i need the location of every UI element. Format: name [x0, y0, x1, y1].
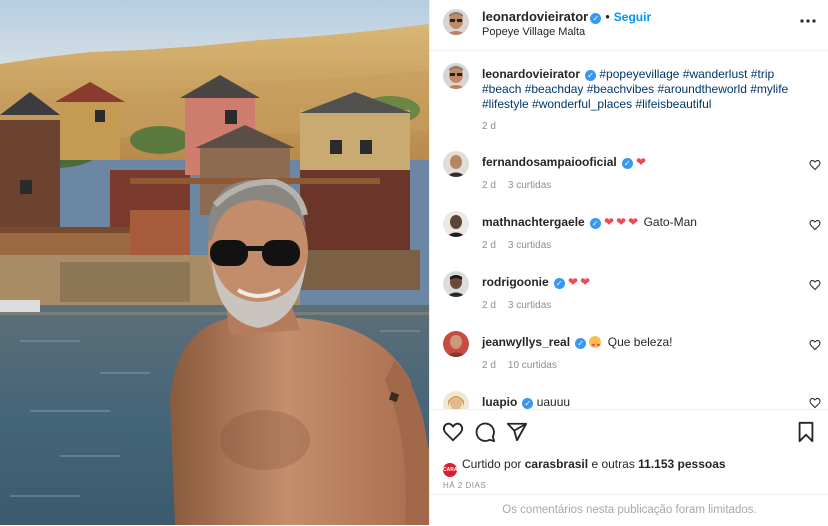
- comment-like-icon[interactable]: [809, 219, 821, 231]
- commenter-avatar[interactable]: [443, 271, 469, 297]
- instagram-post: leonardovieirator ✓ • Seguir Popeye Village…: [0, 0, 828, 525]
- likes-summary: CARASCurtido por carasbrasil e outras 11…: [443, 457, 726, 477]
- likes-count[interactable]: 11.153: [638, 457, 674, 471]
- verified-icon: ✓: [585, 70, 597, 81]
- comment-meta: 2 d3 curtidas: [482, 180, 552, 191]
- heart-eyes-emoji: ❤ ❤: [589, 336, 602, 349]
- commenter-avatar[interactable]: [443, 331, 469, 357]
- liker-username[interactable]: carasbrasil: [525, 457, 588, 471]
- heart-icon[interactable]: [442, 421, 464, 443]
- more-options-icon[interactable]: [799, 12, 817, 30]
- comment-icon[interactable]: [474, 421, 496, 443]
- post-side-panel: leonardovieirator ✓ • Seguir Popeye Village…: [429, 0, 828, 525]
- comment-like-icon[interactable]: [809, 339, 821, 351]
- post-actions: CARASCurtido por carasbrasil e outras 11…: [430, 409, 828, 525]
- comment-username[interactable]: rodrigoonie: [482, 275, 549, 289]
- liker-avatar[interactable]: CARAS: [443, 463, 461, 477]
- author-avatar[interactable]: [443, 63, 469, 89]
- comment-text: Gato-Man: [643, 215, 697, 229]
- verified-icon: ✓: [522, 398, 534, 409]
- comment-meta: 2 d3 curtidas: [482, 240, 552, 251]
- comments-limited-notice: Os comentários nesta publicação foram li…: [430, 494, 828, 526]
- commenter-avatar[interactable]: [443, 151, 469, 177]
- comment-like-icon[interactable]: [809, 159, 821, 171]
- comment-username[interactable]: jeanwyllys_real: [482, 335, 570, 349]
- caption: leonardovieirator ✓ #popeyevillage #wande…: [430, 52, 828, 142]
- comment-username[interactable]: mathnachtergaele: [482, 215, 585, 229]
- comments-list[interactable]: leonardovieirator ✓ #popeyevillage #wande…: [430, 52, 828, 409]
- caption-time: 2 d: [482, 121, 496, 132]
- comment-username[interactable]: fernandosampaiooficial: [482, 155, 617, 169]
- post-header: leonardovieirator ✓ • Seguir Popeye Village…: [430, 0, 828, 51]
- comment-row: rodrigoonie ✓ ❤❤ 2 d3 curtidas: [430, 260, 828, 320]
- separator-dot: •: [605, 9, 610, 24]
- red-hearts-emoji: ❤❤: [568, 275, 593, 289]
- verified-icon: ✓: [553, 278, 565, 289]
- verified-icon: ✓: [575, 338, 587, 349]
- comment-text: Que beleza!: [607, 335, 673, 349]
- comment-username[interactable]: luapio: [482, 395, 517, 409]
- comment-meta: 2 d3 curtidas: [482, 300, 552, 311]
- caption-username[interactable]: leonardovieirator: [482, 67, 580, 81]
- comment-like-icon[interactable]: [809, 279, 821, 291]
- comment-row: fernandosampaiooficial ✓ ❤ 2 d3 curtidas: [430, 140, 828, 200]
- post-location[interactable]: Popeye Village Malta: [482, 26, 585, 38]
- verified-icon: ✓: [589, 218, 601, 229]
- verified-icon: ✓: [621, 158, 633, 169]
- share-icon[interactable]: [506, 421, 528, 443]
- author-username[interactable]: leonardovieirator: [482, 9, 588, 24]
- caption-meta: 2 d: [482, 121, 508, 132]
- commenter-avatar[interactable]: [443, 391, 469, 409]
- red-hearts-emoji: ❤❤❤: [604, 215, 641, 229]
- photo-illustration: [0, 0, 429, 525]
- post-timestamp[interactable]: HÁ 2 DIAS: [443, 481, 486, 490]
- comment-meta: 2 d 10 curtidas: [482, 360, 557, 371]
- commenter-avatar[interactable]: [443, 211, 469, 237]
- author-avatar[interactable]: [443, 9, 469, 35]
- red-heart-emoji: ❤: [636, 155, 649, 169]
- comment-text: uauuu: [536, 395, 571, 409]
- comment-row: luapio ✓ uauuu: [430, 380, 828, 409]
- post-photo[interactable]: [0, 0, 429, 525]
- comment-row: mathnachtergaele ✓ ❤❤❤ Gato-Man 2 d3 curt…: [430, 200, 828, 260]
- comment-like-icon[interactable]: [809, 397, 821, 409]
- verified-icon: ✓: [590, 13, 602, 24]
- comment-row: jeanwyllys_real ✓ ❤ ❤ Que beleza! 2 d 10 cu…: [430, 320, 828, 380]
- follow-button[interactable]: Seguir: [614, 10, 651, 24]
- bookmark-icon[interactable]: [795, 421, 817, 443]
